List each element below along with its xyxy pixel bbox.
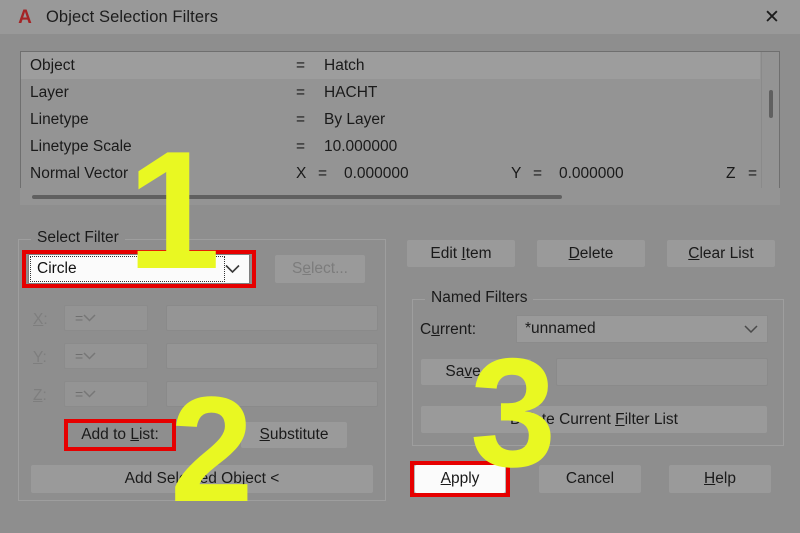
help-button[interactable]: Help [668,464,772,494]
axis-operator: = [533,164,543,182]
z-operator-value: = [75,386,84,402]
delete-current-filter-list-button[interactable]: Delete Current Filter List [420,405,768,434]
select-filter-group-title: Select Filter [31,229,125,247]
filter-value: HACHT [324,83,378,101]
close-icon[interactable]: ✕ [744,0,800,34]
axis-value: 0.000000 [344,164,409,182]
apply-label: Apply [440,470,480,487]
title-bar: A Object Selection Filters ✕ [0,0,800,34]
axis-value: 0.000000 [559,164,624,182]
x-operator-value: = [75,310,84,326]
horizontal-scrollbar[interactable] [20,188,780,205]
vector-axis-x: X = 0.000000 [296,165,511,183]
autocad-logo-icon: A [18,6,32,28]
vector-axis-z: Z = 1.000000 [726,165,760,183]
z-value-input[interactable] [166,381,378,407]
delete-label: Delete [568,244,614,262]
save-as-label: Save As: [445,363,507,380]
save-as-input[interactable] [556,358,768,386]
help-label: Help [704,470,736,487]
x-operator-dropdown[interactable]: = [64,305,148,331]
filter-list-rows: Object = Hatch Layer = HACHT Linetype = … [21,52,760,187]
cancel-button[interactable]: Cancel [538,464,642,494]
table-row[interactable]: Linetype = By Layer [21,106,760,133]
axis-label: X [296,164,307,182]
y-operator-dropdown[interactable]: = [64,343,148,369]
z-operator-dropdown[interactable]: = [64,381,148,407]
filter-property: Object [30,56,75,74]
filter-value: 10.000000 [324,137,398,155]
axis-operator: = [318,164,328,182]
add-to-list-button[interactable]: Add to List: [68,421,172,449]
edit-item-button[interactable]: Edit Item [406,239,516,268]
substitute-button[interactable]: Substitute [240,421,348,449]
chevron-down-icon [83,352,96,360]
filter-value: Hatch [324,56,365,74]
delete-button[interactable]: Delete [536,239,646,268]
filter-property: Linetype [30,110,89,128]
add-selected-object-label: Add Selected Object < [124,470,280,487]
filter-list[interactable]: Object = Hatch Layer = HACHT Linetype = … [20,51,780,205]
current-filter-dropdown[interactable]: *unnamed [516,315,768,343]
filter-vector-value: X = 0.000000 Y = 0.000000 Z = 1.000000 [296,165,760,183]
edit-item-label: Edit Item [430,244,492,262]
filter-operator: = [296,110,306,128]
vector-axis-y: Y = 0.000000 [511,165,726,183]
select-button-label: Select... [291,260,348,277]
object-selection-filters-dialog: A Object Selection Filters ✕ Object = Ha… [0,0,800,524]
add-selected-object-button[interactable]: Add Selected Object < [30,464,374,494]
chevron-down-icon [744,325,758,333]
filter-value: By Layer [324,110,386,128]
filter-operator: = [296,56,306,74]
delete-current-filter-list-label: Delete Current Filter List [510,410,678,428]
apply-button[interactable]: Apply [414,464,506,494]
x-value-input[interactable] [166,305,378,331]
save-as-button[interactable]: Save As: [420,358,532,386]
axis-label: Z [726,164,736,182]
axis-operator: = [748,164,758,182]
window-title: Object Selection Filters [46,7,219,26]
table-row[interactable]: Normal Vector X = 0.000000 Y = 0.000000 … [21,160,760,187]
named-filters-group-title: Named Filters [425,289,534,307]
substitute-label: Substitute [259,426,329,443]
filter-type-value: Circle [37,260,77,277]
filter-property: Normal Vector [30,164,129,182]
chevron-down-icon [225,264,240,274]
y-value-input[interactable] [166,343,378,369]
filter-operator: = [296,137,306,155]
chevron-down-icon [83,314,96,322]
z-coordinate-label: Z: [33,387,47,404]
filter-operator: = [296,83,306,101]
y-operator-value: = [75,348,84,364]
filter-property: Layer [30,83,69,101]
axis-label: Y [511,164,522,182]
x-coordinate-label: X: [33,311,48,328]
current-label: Current: [420,321,477,338]
horizontal-scrollbar-thumb[interactable] [32,195,562,199]
table-row[interactable]: Linetype Scale = 10.000000 [21,133,760,160]
filter-type-dropdown[interactable]: Circle [28,254,250,284]
clear-list-button[interactable]: Clear List [666,239,776,268]
clear-list-label: Clear List [688,244,754,262]
current-filter-value: *unnamed [525,320,596,337]
filter-property: Linetype Scale [30,137,132,155]
chevron-down-icon [83,390,96,398]
table-row[interactable]: Object = Hatch [21,52,760,79]
table-row[interactable]: Layer = HACHT [21,79,760,106]
vertical-scrollbar[interactable] [761,52,779,204]
vertical-scrollbar-thumb[interactable] [769,90,773,118]
select-button[interactable]: Select... [274,254,366,284]
y-coordinate-label: Y: [33,349,47,366]
cancel-label: Cancel [565,470,615,487]
add-to-list-label: Add to List: [81,426,159,443]
